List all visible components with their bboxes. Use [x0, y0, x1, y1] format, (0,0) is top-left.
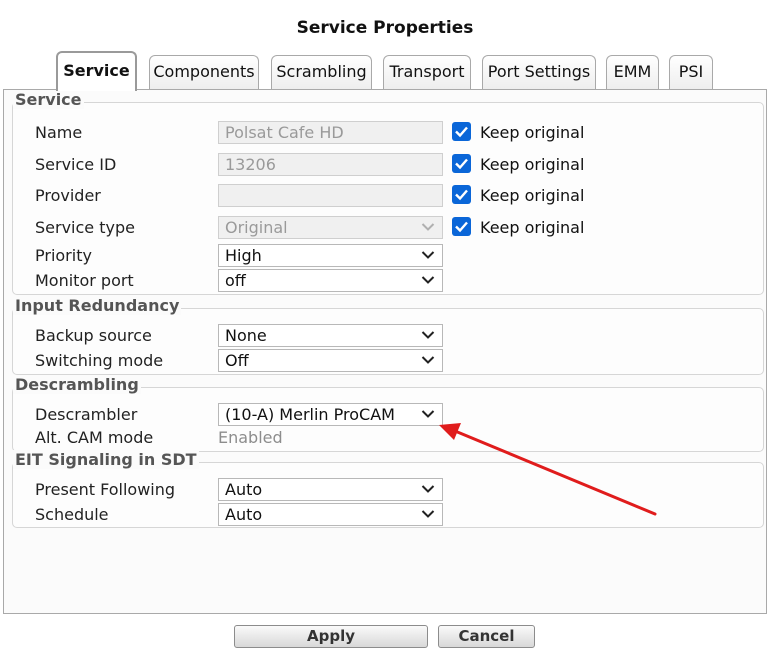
present-following-select[interactable]: Auto: [218, 478, 443, 501]
tab-transport[interactable]: Transport: [383, 55, 471, 89]
backup-source-value: None: [225, 326, 267, 345]
descrambler-label: Descrambler: [35, 405, 138, 424]
service-type-label: Service type: [35, 218, 135, 237]
descrambling-legend: Descrambling: [13, 375, 141, 394]
chevron-down-icon: [421, 327, 435, 343]
cancel-button[interactable]: Cancel: [438, 625, 535, 648]
present-following-value: Auto: [225, 480, 263, 499]
service-id-keep-original-label: Keep original: [480, 155, 585, 174]
descrambling-group: Descrambling Descrambler (10-A) Merlin P…: [12, 375, 764, 452]
monitor-port-select[interactable]: off: [218, 269, 443, 292]
chevron-down-icon: [421, 406, 435, 422]
schedule-label: Schedule: [35, 505, 109, 524]
priority-label: Priority: [35, 246, 92, 265]
alt-cam-mode-value: Enabled: [218, 428, 283, 447]
service-id-field[interactable]: 13206: [218, 153, 443, 176]
provider-keep-original-checkbox[interactable]: [452, 185, 471, 204]
monitor-port-value: off: [225, 271, 246, 290]
monitor-port-label: Monitor port: [35, 271, 134, 290]
checkmark-icon: [455, 126, 468, 138]
alt-cam-mode-label: Alt. CAM mode: [35, 428, 154, 447]
service-type-value: Original: [225, 218, 288, 237]
name-label: Name: [35, 123, 83, 142]
tab-components[interactable]: Components: [149, 55, 259, 89]
switching-mode-select[interactable]: Off: [218, 349, 443, 372]
chevron-down-icon: [421, 352, 435, 368]
eit-signaling-group: EIT Signaling in SDT Present Following A…: [12, 450, 764, 528]
priority-value: High: [225, 246, 262, 265]
dialog-title: Service Properties: [296, 18, 474, 38]
service-group: Service Name Polsat Cafe HD Keep origina…: [12, 90, 764, 295]
chevron-down-icon: [421, 481, 435, 497]
descrambler-value: (10-A) Merlin ProCAM: [225, 405, 395, 424]
checkmark-icon: [455, 221, 468, 233]
tab-emm[interactable]: EMM: [606, 55, 659, 89]
tab-service[interactable]: Service: [56, 51, 137, 91]
input-redundancy-legend: Input Redundancy: [13, 296, 182, 315]
tab-port-settings[interactable]: Port Settings: [482, 55, 596, 89]
checkmark-icon: [455, 158, 468, 170]
priority-select[interactable]: High: [218, 244, 443, 267]
tab-psi[interactable]: PSI: [669, 55, 713, 89]
eit-signaling-legend: EIT Signaling in SDT: [13, 450, 199, 469]
chevron-down-icon: [421, 247, 435, 263]
provider-label: Provider: [35, 186, 101, 205]
descrambler-select[interactable]: (10-A) Merlin ProCAM: [218, 403, 443, 426]
input-redundancy-group: Input Redundancy Backup source None Swit…: [12, 296, 764, 375]
service-id-keep-original-checkbox[interactable]: [452, 154, 471, 173]
backup-source-select[interactable]: None: [218, 324, 443, 347]
chevron-down-icon: [421, 506, 435, 522]
service-id-label: Service ID: [35, 155, 117, 174]
apply-button[interactable]: Apply: [234, 625, 428, 648]
service-legend: Service: [13, 90, 84, 109]
schedule-select[interactable]: Auto: [218, 503, 443, 526]
service-type-keep-original-label: Keep original: [480, 218, 585, 237]
switching-mode-value: Off: [225, 351, 249, 370]
chevron-down-icon: [421, 272, 435, 288]
tab-scrambling[interactable]: Scrambling: [271, 55, 372, 89]
provider-keep-original-label: Keep original: [480, 186, 585, 205]
service-panel: Service Name Polsat Cafe HD Keep origina…: [3, 89, 767, 614]
chevron-down-icon: [421, 219, 435, 235]
provider-field[interactable]: [218, 184, 443, 207]
service-type-keep-original-checkbox[interactable]: [452, 217, 471, 236]
schedule-value: Auto: [225, 505, 263, 524]
switching-mode-label: Switching mode: [35, 351, 164, 370]
backup-source-label: Backup source: [35, 326, 152, 345]
name-keep-original-label: Keep original: [480, 123, 585, 142]
checkmark-icon: [455, 189, 468, 201]
name-keep-original-checkbox[interactable]: [452, 122, 471, 141]
present-following-label: Present Following: [35, 480, 176, 499]
service-type-select[interactable]: Original: [218, 216, 443, 239]
name-field[interactable]: Polsat Cafe HD: [218, 121, 443, 144]
